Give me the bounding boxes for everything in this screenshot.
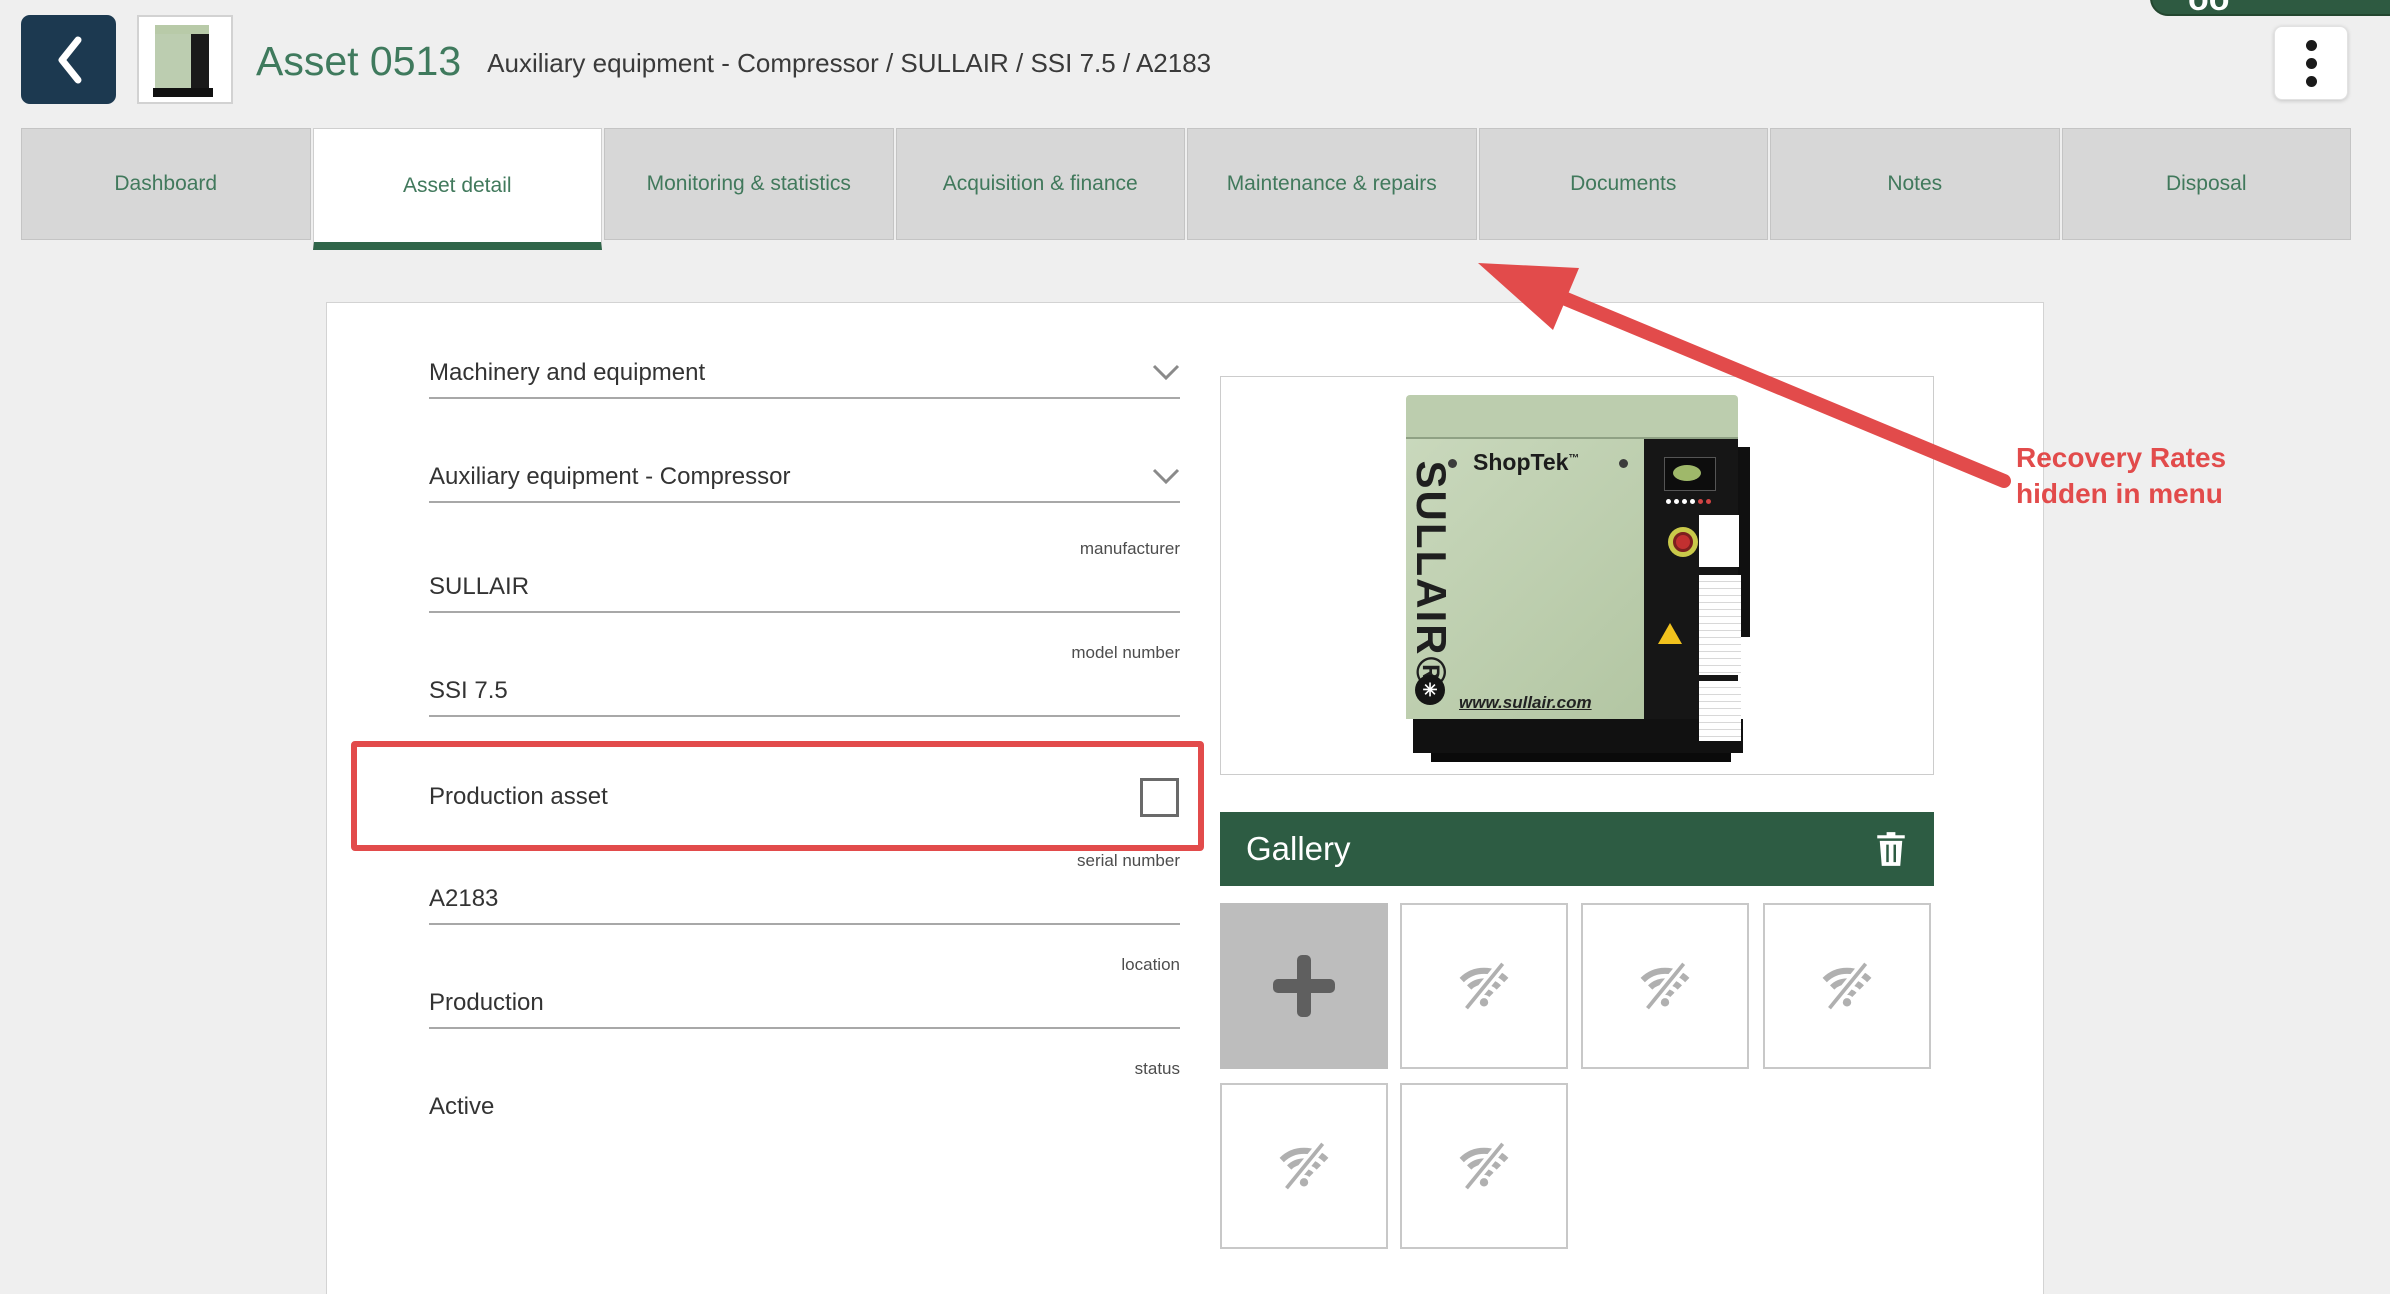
serial-number-label: serial number — [429, 851, 1180, 871]
control-led-row — [1666, 499, 1711, 504]
gallery-title: Gallery — [1246, 830, 1351, 868]
warning-label — [1699, 575, 1741, 675]
shoptek-logo-text: ShopTek™ — [1473, 449, 1579, 476]
kebab-dot — [2306, 76, 2317, 87]
page-title: Asset 0513 — [256, 38, 461, 85]
gallery-placeholder-tile[interactable] — [1220, 1083, 1388, 1249]
tab-documents[interactable]: Documents — [1479, 128, 1769, 240]
chevron-down-icon — [1152, 468, 1180, 486]
more-options-button[interactable] — [2274, 26, 2348, 100]
hazard-label — [1699, 515, 1739, 567]
gallery-placeholder-tile[interactable] — [1400, 1083, 1568, 1249]
wifi-off-icon — [1276, 1138, 1332, 1194]
gallery-delete-button[interactable] — [1876, 832, 1906, 866]
gallery-placeholder-tile[interactable] — [1763, 903, 1931, 1069]
wifi-off-icon — [1456, 1138, 1512, 1194]
location-value: Production — [429, 989, 544, 1016]
warning-label — [1699, 681, 1741, 741]
page-subtitle: Auxiliary equipment - Compressor / SULLA… — [487, 44, 1211, 79]
manufacturer-label: manufacturer — [429, 539, 1180, 559]
header-title-group: Asset 0513 Auxiliary equipment - Compres… — [256, 0, 1211, 122]
kebab-dot — [2306, 40, 2317, 51]
thumb-compressor-panel — [191, 34, 209, 88]
tab-acquisition-finance[interactable]: Acquisition & finance — [896, 128, 1186, 240]
warning-triangle-icon — [1658, 623, 1682, 644]
status-label: status — [429, 1059, 1180, 1079]
chevron-left-icon — [53, 35, 85, 85]
compressor-lid — [1406, 395, 1738, 439]
gallery-header: Gallery — [1220, 812, 1934, 886]
model-number-value: SSI 7.5 — [429, 677, 508, 704]
subcategory-value: Auxiliary equipment - Compressor — [429, 463, 790, 491]
screw-dot — [1619, 459, 1628, 468]
tab-disposal[interactable]: Disposal — [2062, 128, 2352, 240]
wifi-off-icon — [1637, 958, 1693, 1014]
wifi-off-icon — [1819, 958, 1875, 1014]
back-button[interactable] — [21, 15, 116, 104]
sullair-website-text: www.sullair.com — [1459, 693, 1592, 713]
tab-dashboard[interactable]: Dashboard — [21, 128, 311, 240]
location-field[interactable]: Production — [429, 989, 1180, 1029]
emergency-stop-button — [1668, 527, 1698, 557]
subcategory-select[interactable]: Auxiliary equipment - Compressor — [429, 463, 1180, 503]
tab-notes[interactable]: Notes — [1770, 128, 2060, 240]
thumb-compressor-door — [155, 34, 191, 88]
tab-monitoring-statistics[interactable]: Monitoring & statistics — [604, 128, 894, 240]
top-toast-partial-text: oo — [2188, 0, 2230, 16]
control-display — [1664, 457, 1716, 491]
trash-icon — [1876, 832, 1906, 866]
highlight-rectangle — [351, 741, 1204, 851]
model-number-field[interactable]: SSI 7.5 — [429, 677, 1180, 717]
tab-maintenance-repairs[interactable]: Maintenance & repairs — [1187, 128, 1477, 240]
annotation-text: Recovery Rates hidden in menu — [2016, 440, 2276, 512]
sullair-globe-logo: ✳ — [1415, 675, 1445, 705]
wifi-off-icon — [1456, 958, 1512, 1014]
compressor-base-lip — [1431, 753, 1731, 762]
kebab-dot — [2306, 58, 2317, 69]
category-select[interactable]: Machinery and equipment — [429, 359, 1180, 399]
serial-number-value: A2183 — [429, 885, 498, 912]
product-photo: ShopTek™ SULLAIR® ✳ www.sullair.com — [1220, 376, 1934, 775]
sullair-vertical-logo-text: SULLAIR® — [1411, 440, 1455, 710]
model-number-label: model number — [429, 643, 1180, 663]
top-toast-clipped[interactable]: oo — [2150, 0, 2390, 16]
gallery-placeholder-tile[interactable] — [1400, 903, 1568, 1069]
manufacturer-value: SULLAIR — [429, 573, 529, 600]
thumb-compressor-base — [153, 88, 213, 97]
location-label: location — [429, 955, 1180, 975]
chevron-down-icon — [1152, 364, 1180, 382]
compressor-base — [1413, 719, 1743, 753]
serial-number-field[interactable]: A2183 — [429, 885, 1180, 925]
status-value: Active — [429, 1093, 494, 1120]
tab-asset-detail[interactable]: Asset detail — [313, 128, 603, 250]
plus-icon — [1273, 955, 1335, 1017]
manufacturer-field[interactable]: SULLAIR — [429, 573, 1180, 613]
gallery-placeholder-tile[interactable] — [1581, 903, 1749, 1069]
gallery-add-tile[interactable] — [1220, 903, 1388, 1069]
asset-detail-page: oo Asset 0513 Auxiliary equipment - Comp… — [0, 0, 2390, 1294]
thumb-compressor-lid — [155, 25, 209, 34]
tab-bar: Dashboard Asset detail Monitoring & stat… — [21, 128, 2351, 240]
category-value: Machinery and equipment — [429, 359, 705, 387]
asset-thumbnail-image — [137, 15, 233, 104]
status-field[interactable]: Active — [429, 1093, 1180, 1121]
